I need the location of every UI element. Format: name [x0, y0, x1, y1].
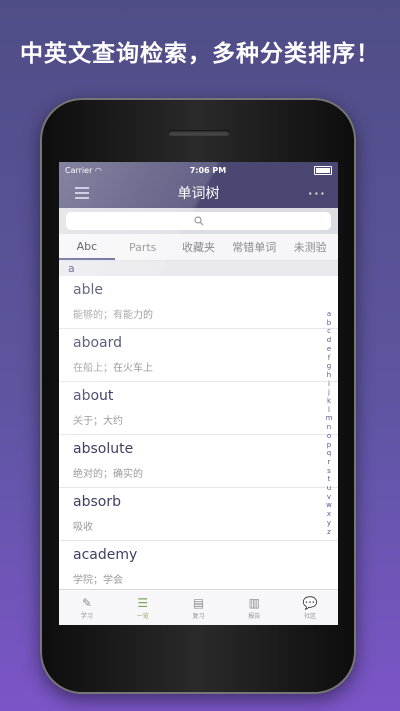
word-text: aboard [73, 335, 123, 351]
list-item[interactable]: absolute 绝对的；确实的 [59, 435, 338, 488]
word-definition: 绝对的；确实的 [73, 469, 143, 480]
list-item[interactable]: able 能够的；有能力的 [59, 276, 338, 329]
tabbar-item-review[interactable]: ▤ 复习 [171, 590, 227, 625]
index-letter[interactable]: x [327, 510, 331, 519]
phone-speaker [168, 130, 230, 136]
index-letter[interactable]: w [326, 501, 332, 510]
index-letter[interactable]: l [328, 406, 330, 415]
index-letter[interactable]: a [327, 310, 331, 319]
word-text: about [73, 388, 114, 404]
index-letter[interactable]: q [327, 449, 331, 458]
alphabet-index[interactable]: abcdefghijklmnopqrstuvwxyz [324, 310, 334, 536]
section-header: a [59, 261, 338, 276]
report-icon: ▥ [248, 595, 260, 610]
index-letter[interactable]: m [326, 414, 333, 423]
tabbar-item-overview[interactable]: ☰ 一览 [115, 590, 171, 625]
pen-icon: ✎ [81, 595, 92, 610]
word-definition: 在船上；在火车上 [73, 363, 153, 374]
index-letter[interactable]: j [328, 388, 330, 397]
document-icon: ▤ [192, 595, 205, 610]
list-item[interactable]: aboard 在船上；在火车上 [59, 329, 338, 382]
tabbar-label: 社区 [304, 612, 317, 620]
index-letter[interactable]: k [327, 397, 331, 406]
headline: 中英文查询检索，多种分类排序！ [20, 41, 380, 67]
word-definition: 吸收 [73, 522, 93, 533]
tab-untested[interactable]: 未测验 [282, 234, 338, 260]
index-letter[interactable]: h [327, 371, 331, 380]
tabbar-item-study[interactable]: ✎ 学习 [59, 590, 115, 625]
index-letter[interactable]: z [327, 528, 331, 537]
index-letter[interactable]: y [327, 519, 331, 528]
index-letter[interactable]: i [328, 380, 330, 389]
search-bar [59, 208, 338, 234]
word-text: able [73, 282, 103, 298]
tabbar-label: 报告 [248, 612, 261, 620]
index-letter[interactable]: o [327, 432, 331, 441]
word-definition: 学院；学会 [73, 575, 123, 586]
tabbar-label: 复习 [192, 612, 205, 620]
index-letter[interactable]: p [327, 441, 331, 450]
index-letter[interactable]: c [327, 327, 331, 336]
tab-common-mistakes[interactable]: 常错单词 [226, 234, 282, 260]
tabbar-label: 一览 [136, 612, 149, 620]
carrier-label: Carrier ◠ [65, 165, 102, 175]
bottom-tab-bar: ✎ 学习 ☰ 一览 ▤ 复习 ▥ 报告 💬 社区 [59, 589, 338, 625]
menu-icon[interactable] [75, 187, 89, 202]
status-bar: Carrier ◠ 7:06 PM [59, 162, 338, 178]
index-letter[interactable]: d [327, 336, 331, 345]
page-title: 单词树 [177, 186, 220, 202]
tab-favorites[interactable]: 收藏夹 [171, 234, 227, 260]
word-text: academy [73, 547, 138, 563]
word-text: absolute [73, 441, 134, 457]
word-list: able 能够的；有能力的 aboard 在船上；在火车上 about 关于；大… [59, 276, 338, 594]
app-screen: Carrier ◠ 7:06 PM 单词树 ··· Abc Parts 收藏夹 … [59, 162, 338, 625]
word-definition: 能够的；有能力的 [73, 310, 153, 321]
index-letter[interactable]: b [327, 319, 331, 328]
word-definition: 关于；大约 [73, 416, 123, 427]
index-letter[interactable]: s [327, 467, 331, 476]
battery-icon [314, 165, 332, 175]
chat-bubble-icon: 💬 [302, 595, 318, 610]
wifi-icon: ◠ [94, 165, 102, 175]
tabbar-item-community[interactable]: 💬 社区 [282, 590, 338, 625]
index-letter[interactable]: n [327, 423, 331, 432]
tabbar-item-report[interactable]: ▥ 报告 [226, 590, 282, 625]
index-letter[interactable]: g [327, 362, 331, 371]
more-icon[interactable]: ··· [308, 184, 326, 203]
list-item[interactable]: about 关于；大约 [59, 382, 338, 435]
index-letter[interactable]: t [328, 475, 331, 484]
category-tabs: Abc Parts 收藏夹 常错单词 未测验 [59, 234, 338, 261]
list-item[interactable]: absorb 吸收 [59, 488, 338, 541]
index-letter[interactable]: u [327, 484, 331, 493]
tab-abc[interactable]: Abc [59, 234, 115, 260]
index-letter[interactable]: r [328, 458, 331, 467]
search-input[interactable] [66, 212, 331, 230]
index-letter[interactable]: e [327, 345, 331, 354]
list-icon: ☰ [137, 595, 149, 610]
index-letter[interactable]: v [327, 493, 331, 502]
tabbar-label: 学习 [80, 612, 93, 620]
search-icon [193, 216, 203, 226]
tab-parts[interactable]: Parts [115, 234, 171, 260]
status-time: 7:06 PM [189, 165, 227, 175]
index-letter[interactable]: f [328, 354, 330, 363]
nav-bar: 单词树 ··· [59, 178, 338, 208]
list-item[interactable]: academy 学院；学会 [59, 541, 338, 594]
word-text: absorb [73, 494, 121, 510]
